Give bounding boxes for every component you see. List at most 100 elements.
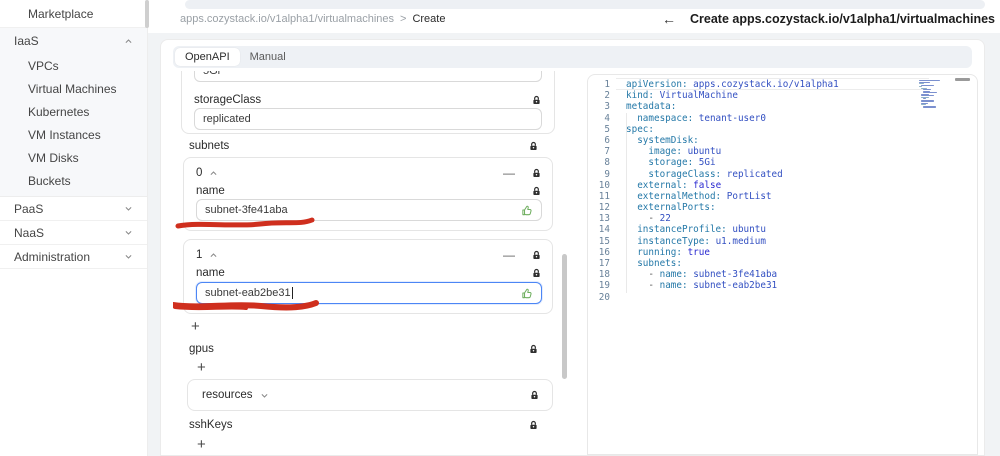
resources-label: resources bbox=[202, 389, 253, 401]
sidebar-section-label: Administration bbox=[14, 249, 91, 264]
screen: Marketplace IaaS VPCs Virtual Machines K… bbox=[0, 0, 1000, 456]
lock-icon[interactable] bbox=[528, 141, 539, 152]
subnet-item-index: 1 bbox=[196, 249, 203, 261]
yaml-editor[interactable]: 1 apiVersion: apps.cozystack.io/v1alpha1 2… bbox=[587, 74, 978, 455]
editor-lines: 1 apiVersion: apps.cozystack.io/v1alpha1 2… bbox=[588, 79, 977, 303]
back-arrow-icon[interactable]: ← bbox=[662, 11, 676, 27]
sidebar-item-vm-instances[interactable]: VM Instances bbox=[0, 123, 147, 146]
sidebar-item-kubernetes[interactable]: Kubernetes bbox=[0, 100, 147, 123]
name-label: name bbox=[196, 267, 225, 279]
sidebar-item-buckets[interactable]: Buckets bbox=[0, 169, 147, 192]
drawer-header: ← Create apps.cozystack.io/v1alpha1/virt… bbox=[662, 11, 995, 27]
sidebar-item-label: Buckets bbox=[28, 173, 71, 188]
sshkeys-label: sshKeys bbox=[189, 419, 233, 431]
sidebar-item-vm-disks[interactable]: VM Disks bbox=[0, 146, 147, 169]
chevron-down-icon bbox=[125, 207, 132, 211]
subnet-item-1-card: 1 — name subnet-eab2be31 bbox=[183, 239, 553, 314]
chevron-up-icon[interactable] bbox=[209, 169, 218, 178]
sidebar-item-label: VM Instances bbox=[28, 127, 101, 142]
sidebar-section-label: PaaS bbox=[14, 201, 44, 216]
thumbs-up-icon[interactable] bbox=[521, 204, 534, 217]
subnet-name-input-1[interactable]: subnet-eab2be31 bbox=[196, 282, 542, 304]
lock-icon[interactable] bbox=[531, 250, 542, 261]
storageclass-input[interactable]: replicated bbox=[194, 108, 542, 130]
sidebar-section-administration[interactable]: Administration bbox=[0, 245, 147, 269]
tab-manual[interactable]: Manual bbox=[240, 48, 296, 66]
sidebar-section-label: IaaS bbox=[14, 34, 39, 48]
editor-line: 16 running: true bbox=[598, 246, 710, 258]
sidebar-section-label: NaaS bbox=[14, 225, 45, 240]
storageclass-value: replicated bbox=[203, 113, 251, 125]
chevron-down-icon[interactable] bbox=[260, 391, 269, 400]
editor-line: 20 bbox=[598, 291, 610, 303]
sidebar-scrollbar[interactable] bbox=[145, 0, 149, 28]
sidebar-section-iaas[interactable]: IaaS bbox=[0, 28, 147, 54]
background-page-strip bbox=[185, 0, 985, 9]
lock-icon[interactable] bbox=[529, 390, 540, 401]
name-label: name bbox=[196, 185, 225, 197]
add-sshkey-button[interactable]: + bbox=[197, 437, 206, 452]
storage-value: 5Gi bbox=[203, 71, 221, 77]
editor-line: 17 subnets: bbox=[598, 258, 682, 269]
tab-openapi[interactable]: OpenAPI bbox=[175, 48, 240, 66]
sidebar-section-naas[interactable]: NaaS bbox=[0, 221, 147, 245]
editor-line: 5 spec: bbox=[604, 123, 654, 135]
editor-line: 14 instanceProfile: ubuntu bbox=[598, 224, 766, 236]
editor-line: 9 storageClass: replicated bbox=[604, 168, 783, 180]
editor-line: 18 - name: subnet-3fe41aba bbox=[598, 269, 778, 281]
breadcrumb-separator: > bbox=[400, 13, 407, 25]
breadcrumb-current: Create bbox=[412, 13, 446, 25]
subnet-name-value: subnet-eab2be31 bbox=[205, 287, 291, 299]
add-gpu-button[interactable]: + bbox=[197, 360, 206, 375]
form-scrollbar[interactable] bbox=[562, 254, 567, 379]
lock-icon[interactable] bbox=[531, 186, 542, 197]
page-title: Create apps.cozystack.io/v1alpha1/virtua… bbox=[690, 12, 995, 26]
breadcrumb-path[interactable]: apps.cozystack.io/v1alpha1/virtualmachin… bbox=[180, 13, 394, 25]
breadcrumb: apps.cozystack.io/v1alpha1/virtualmachin… bbox=[180, 13, 445, 25]
chevron-down-icon bbox=[125, 255, 132, 259]
remove-item-button[interactable]: — bbox=[503, 249, 515, 261]
sidebar-item-marketplace[interactable]: Marketplace bbox=[0, 0, 147, 28]
gpus-label: gpus bbox=[189, 343, 214, 355]
lock-icon[interactable] bbox=[528, 344, 539, 355]
add-subnet-button[interactable]: + bbox=[191, 319, 200, 334]
subnets-label: subnets bbox=[189, 140, 230, 152]
chevron-up-icon bbox=[125, 38, 132, 43]
editor-line: 13 - 22 bbox=[598, 213, 671, 225]
lock-icon[interactable] bbox=[531, 95, 542, 106]
create-form-card: OpenAPI Manual 5Gi storageClass replicat… bbox=[160, 39, 985, 456]
subnet-item-0-card: 0 — name subnet-3fe41aba bbox=[183, 157, 553, 231]
sidebar-item-vpcs[interactable]: VPCs bbox=[0, 54, 147, 77]
subnet-item-index: 0 bbox=[196, 167, 203, 179]
editor-line: 11 externalMethod: PortList bbox=[598, 190, 772, 202]
sidebar-item-label: Marketplace bbox=[28, 6, 94, 21]
editor-line: 10 external: false bbox=[598, 179, 722, 191]
chevron-up-icon[interactable] bbox=[209, 251, 218, 260]
subnet-name-input-0[interactable]: subnet-3fe41aba bbox=[196, 199, 542, 221]
subnet-name-value: subnet-3fe41aba bbox=[205, 204, 288, 216]
lock-icon[interactable] bbox=[531, 168, 542, 179]
editor-line: 7 image: ubuntu bbox=[604, 146, 722, 158]
storage-input[interactable]: 5Gi bbox=[194, 71, 542, 82]
tab-bar: OpenAPI Manual bbox=[173, 46, 972, 68]
sidebar-item-label: VM Disks bbox=[28, 150, 79, 165]
storageclass-label: storageClass bbox=[194, 94, 262, 106]
sidebar-item-virtual-machines[interactable]: Virtual Machines bbox=[0, 77, 147, 100]
sidebar-item-label: Virtual Machines bbox=[28, 81, 117, 96]
editor-line: 4 namespace: tenant-user0 bbox=[604, 112, 766, 124]
editor-minimap-slider[interactable] bbox=[955, 78, 970, 81]
sidebar-item-label: VPCs bbox=[28, 58, 59, 73]
editor-minimap[interactable] bbox=[919, 80, 947, 110]
resources-card[interactable]: resources bbox=[187, 379, 553, 411]
thumbs-up-icon[interactable] bbox=[521, 287, 534, 300]
editor-line: 12 externalPorts: bbox=[598, 202, 716, 214]
remove-item-button[interactable]: — bbox=[503, 167, 515, 179]
chevron-down-icon bbox=[125, 231, 132, 235]
systemdisk-group-card: 5Gi storageClass replicated bbox=[181, 71, 555, 134]
text-cursor bbox=[291, 287, 293, 299]
editor-line: 8 storage: 5Gi bbox=[604, 157, 716, 169]
sidebar-section-paas[interactable]: PaaS bbox=[0, 197, 147, 221]
lock-icon[interactable] bbox=[531, 268, 542, 279]
lock-icon[interactable] bbox=[528, 420, 539, 431]
content-area: OpenAPI Manual 5Gi storageClass replicat… bbox=[148, 33, 1000, 456]
